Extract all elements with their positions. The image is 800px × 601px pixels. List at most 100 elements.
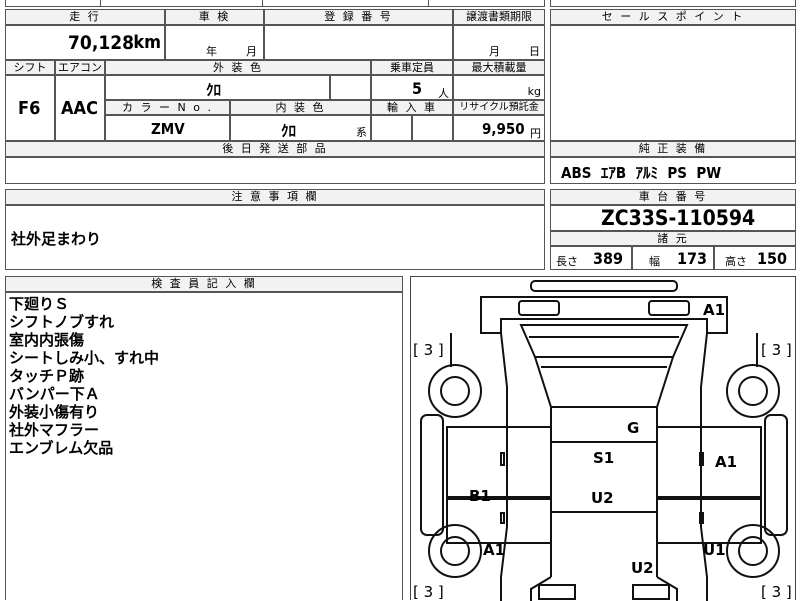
inspection-month-label: 月 [246, 45, 257, 58]
color-no-value: ZMV [151, 120, 185, 138]
chassis-value: ZC33S-110594 [601, 206, 756, 230]
ac-value: AAC [61, 98, 98, 119]
recycle-header: リサイクル預託金 [453, 100, 545, 115]
interior-color-suffix: 系 [356, 126, 367, 139]
width-value: 173 [677, 249, 708, 268]
hood [519, 324, 689, 358]
inspector-line: タッチＰ跡 [9, 367, 85, 385]
transfer-month-label: 月 [489, 45, 500, 58]
right-body-side [700, 332, 708, 601]
dimensions-header: 諸 元 [550, 231, 796, 246]
inspector-line: 外装小傷有り [9, 403, 100, 421]
capacity-header: 乗車定員 [371, 60, 453, 75]
transfer-day-label: 日 [529, 45, 540, 58]
damage-mark: A1 [483, 541, 506, 559]
ac-header: エアコン [55, 60, 105, 75]
import-header: 輸 入 車 [371, 100, 453, 115]
height-cell: 高さ 150 [714, 246, 796, 270]
tire-tread-front-right: [ 3 ] [761, 341, 792, 359]
inspector-line: 室内内張傷 [9, 331, 85, 349]
interior-color-header: 内 装 色 [230, 100, 371, 115]
ac-cell: AAC [55, 75, 105, 141]
interior-color-value: ｸﾛ [281, 122, 297, 140]
inspector-line: 社外マフラー [9, 421, 100, 439]
inspection-year-label: 年 [206, 45, 217, 58]
left-taillight [538, 584, 576, 600]
chassis-header: 車 台 番 号 [550, 189, 796, 205]
right-rear-door [656, 498, 762, 544]
color-no-cell: ZMV [105, 115, 230, 141]
notes-value: 社外足まわり [11, 230, 102, 248]
top-strip-divider [428, 0, 429, 7]
door-handle [500, 512, 505, 524]
left-body-side [500, 332, 508, 601]
recycle-unit: 円 [530, 127, 541, 140]
top-strip [5, 0, 545, 7]
chassis-cell: ZC33S-110594 [550, 205, 796, 231]
exterior-color-sub-cell [330, 75, 371, 100]
mileage-unit: km [133, 32, 161, 53]
top-strip-right [550, 0, 796, 7]
max-load-unit: kg [527, 85, 541, 98]
right-sill [764, 414, 788, 536]
transfer-header: 譲渡書類期限 [453, 9, 545, 25]
transfer-cell: 月 日 [453, 25, 545, 60]
registration-header: 登 録 番 号 [264, 9, 453, 25]
tire-tread-front-left: [ 3 ] [413, 341, 444, 359]
damage-mark: A1 [715, 453, 738, 471]
standard-equipment-header: 純 正 装 備 [550, 141, 796, 157]
exterior-color-value: ｸﾛ [206, 81, 222, 99]
capacity-cell: 5 人 [371, 75, 453, 100]
length-value: 389 [593, 249, 624, 268]
inspector-line: シートしみ小、すれ中 [9, 349, 160, 367]
damage-mark: U2 [631, 559, 654, 577]
sales-point-header: セ ー ル ス ポ イ ン ト [550, 9, 796, 25]
right-taillight [632, 584, 670, 600]
later-parts-header: 後 日 発 送 部 品 [5, 141, 545, 157]
inspector-line: エンブレム欠品 [9, 439, 114, 457]
right-front-door [656, 426, 762, 498]
mileage-header: 走 行 [5, 9, 165, 25]
import-cell [412, 115, 453, 141]
left-headlight [518, 300, 560, 316]
standard-equipment-cell: ABS ｴｱB ｱﾙﾐ PS PW [550, 157, 796, 184]
tire-rear-left [428, 524, 482, 578]
tire-rear-right [726, 524, 780, 578]
length-label: 長さ [556, 255, 578, 268]
mileage-value: 70,128 [68, 32, 134, 54]
damage-mark: A1 [703, 301, 726, 319]
exterior-color-header: 外 装 色 [105, 60, 371, 75]
shift-value: F6 [18, 98, 41, 119]
width-label: 幅 [649, 255, 660, 268]
inspection-cell: 年 月 [165, 25, 264, 60]
height-label: 高さ [725, 255, 747, 268]
left-front-door [446, 426, 552, 498]
front-bumper [480, 296, 728, 334]
damage-mark: B1 [469, 487, 491, 505]
top-strip-divider [262, 0, 263, 7]
rear-hatch [530, 576, 678, 601]
mileage-cell: 70,128 km [5, 25, 165, 60]
sales-point-cell [550, 25, 796, 141]
tire-front-right [726, 364, 780, 418]
registration-cell [264, 25, 453, 60]
inspection-header: 車 検 [165, 9, 264, 25]
car-outline [420, 280, 788, 601]
left-rear-door [446, 498, 552, 544]
inspector-header: 検 査 員 記 入 欄 [5, 276, 403, 292]
damage-mark: S1 [593, 449, 615, 467]
right-headlight [648, 300, 690, 316]
notes-cell: 社外足まわり [5, 205, 545, 270]
capacity-value: 5 [412, 79, 423, 98]
damage-mark: U1 [703, 541, 726, 559]
inspector-line: 下廻りＳ [9, 295, 70, 313]
interior-color-cell: ｸﾛ 系 [230, 115, 371, 141]
top-strip-divider [100, 0, 101, 7]
tire-tread-rear-left: [ 3 ] [413, 583, 444, 601]
tire-tread-rear-right: [ 3 ] [761, 583, 792, 601]
tire-front-left [428, 364, 482, 418]
shift-header: シフト [5, 60, 55, 75]
notes-header: 注 意 事 項 欄 [5, 189, 545, 205]
shift-cell: F6 [5, 75, 55, 141]
inspector-line: バンパー下Ａ [9, 385, 100, 403]
